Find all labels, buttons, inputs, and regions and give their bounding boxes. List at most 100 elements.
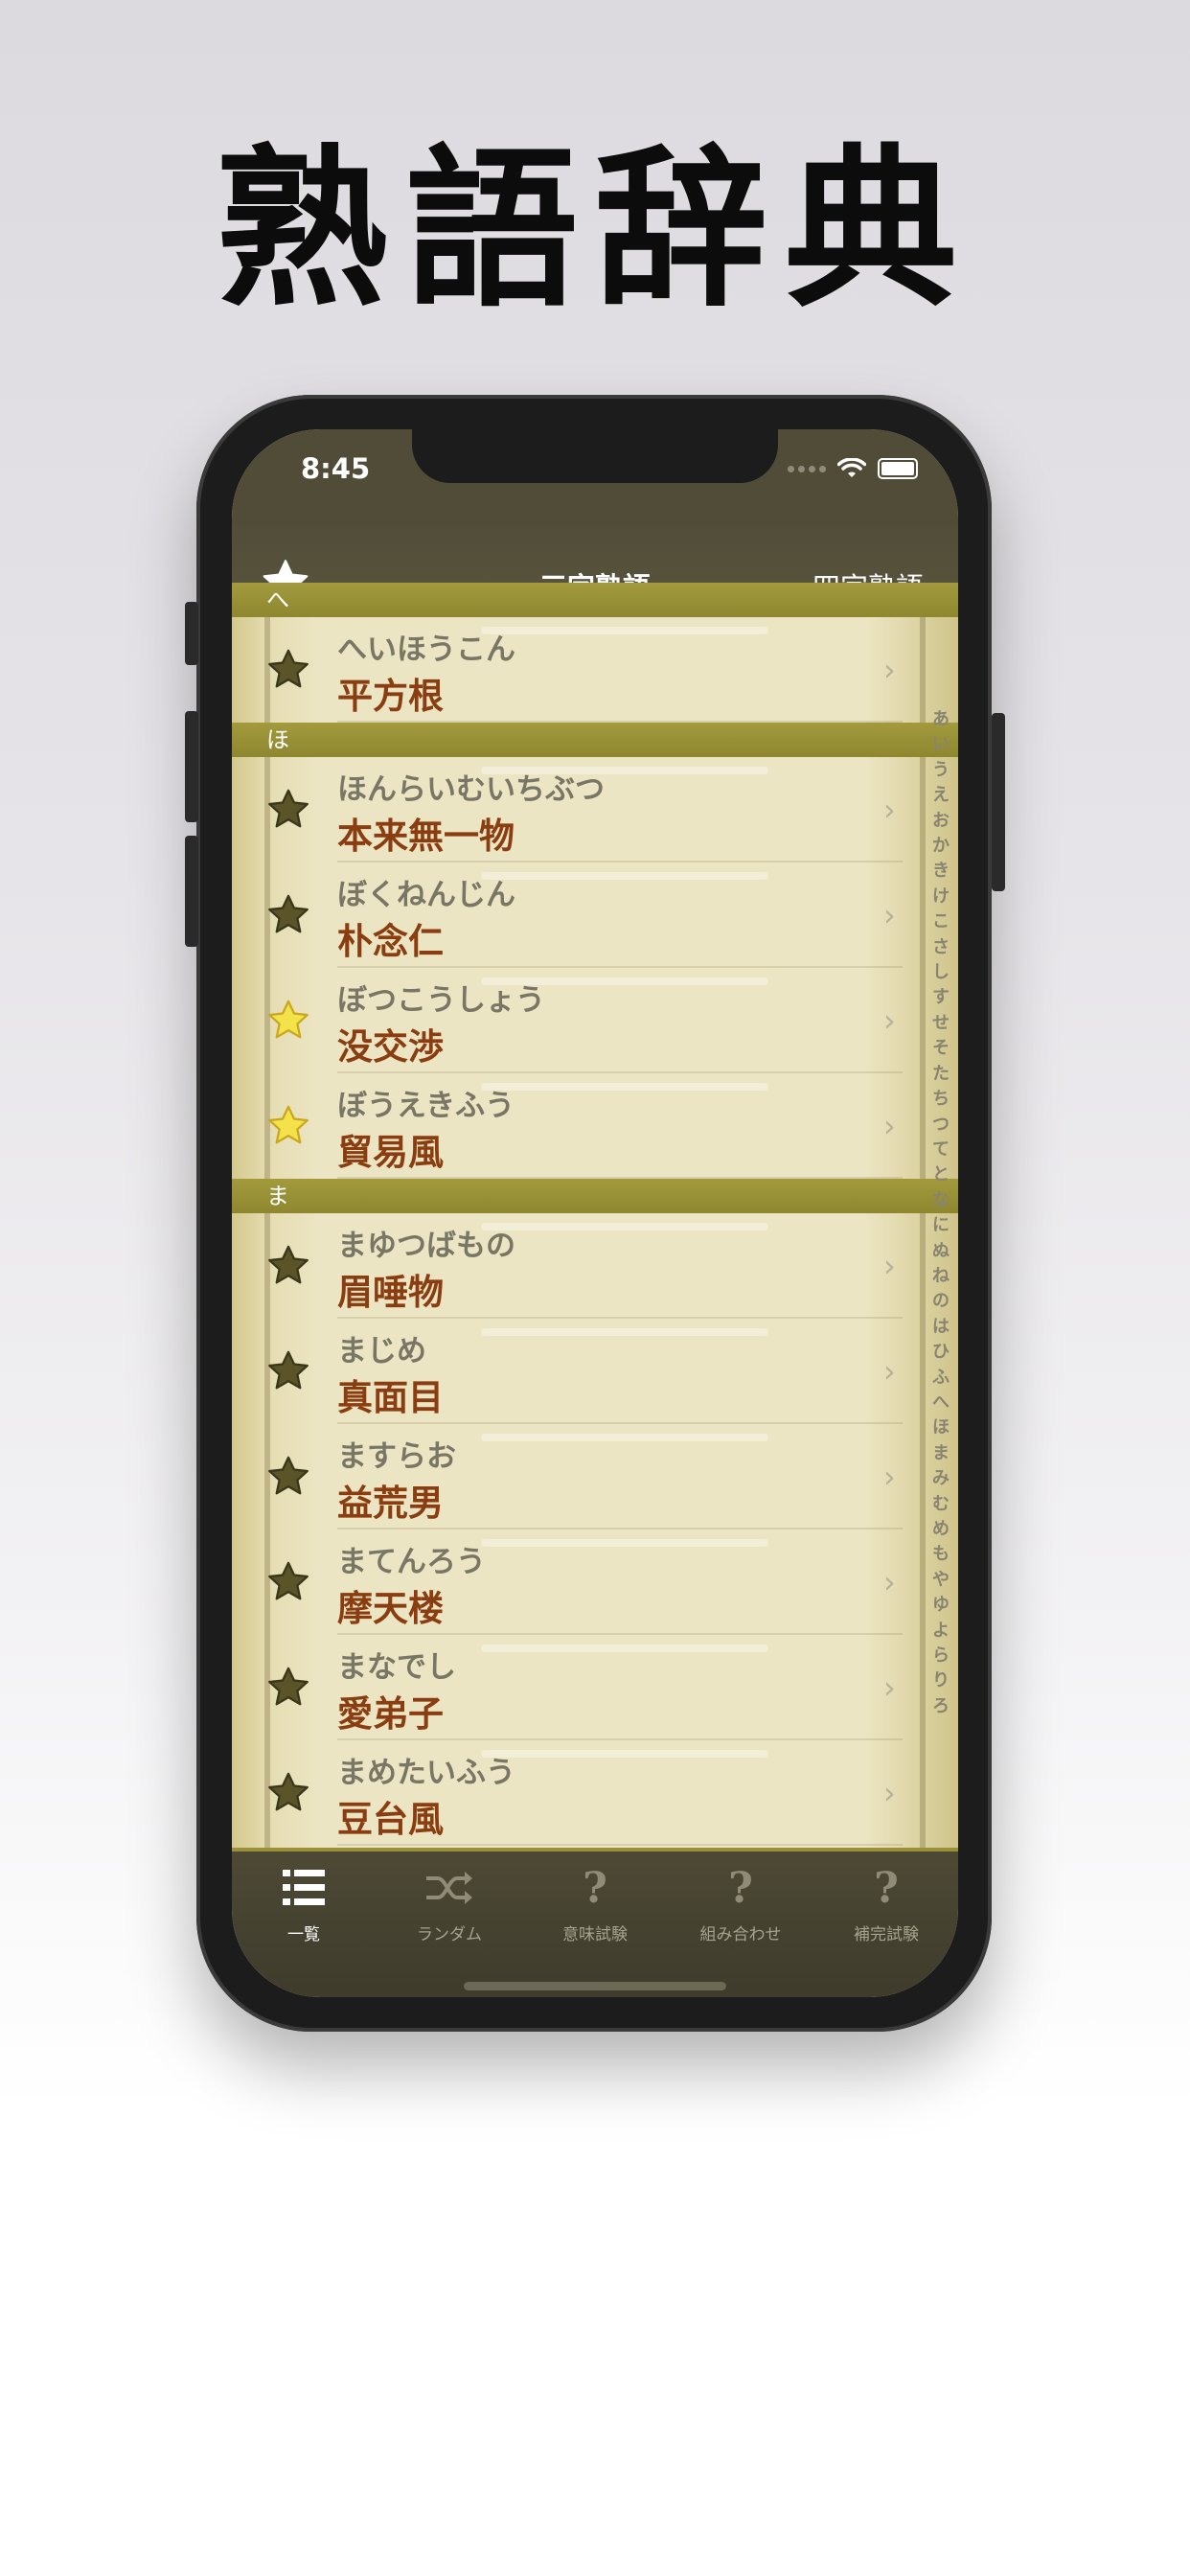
favorite-star-off-icon[interactable]	[266, 893, 310, 937]
favorite-star-off-icon[interactable]	[266, 1349, 310, 1393]
idiom-list[interactable]: へへいほうこん 平方根 › ほほんらいむいちぶつ 本来無一物 › ぼくねんじん 朴念仁 › ぼつこ…	[232, 583, 958, 1848]
item-reading: まゆつばもの	[337, 1229, 515, 1263]
kana-index-item[interactable]: ち	[927, 1087, 954, 1112]
list-item[interactable]: ぼつこうしょう 没交渉 ›	[232, 968, 903, 1073]
kana-index-item[interactable]: め	[927, 1517, 954, 1542]
tab-label: 組み合わせ	[699, 1925, 782, 1944]
row-shine	[481, 1083, 768, 1091]
wifi-icon	[837, 458, 866, 477]
chevron-right-icon: ›	[883, 1775, 896, 1811]
kana-index-item[interactable]: せ	[927, 1011, 954, 1036]
kana-index-item[interactable]: た	[927, 1062, 954, 1087]
kana-index-item[interactable]: み	[927, 1466, 954, 1491]
item-word: 朴念仁	[337, 921, 444, 962]
list-item[interactable]: ほんらいむいちぶつ 本来無一物 ›	[232, 757, 903, 862]
kana-index-item[interactable]: ま	[927, 1441, 954, 1466]
kana-index-item[interactable]: ぬ	[927, 1239, 954, 1264]
list-item[interactable]: まなでし 愛弟子 ›	[232, 1635, 903, 1740]
chevron-right-icon: ›	[883, 1353, 896, 1390]
kana-index-item[interactable]: さ	[927, 935, 954, 960]
kana-index-item[interactable]: ほ	[927, 1415, 954, 1440]
notch	[412, 429, 778, 483]
list-item[interactable]: まめたいふう 豆台風 ›	[232, 1740, 903, 1846]
list-item[interactable]: ぼくねんじん 朴念仁 ›	[232, 862, 903, 968]
favorite-star-off-icon[interactable]	[266, 788, 310, 832]
tab-1[interactable]: 一覧	[232, 1863, 376, 1944]
kana-index-item[interactable]: す	[927, 985, 954, 1010]
volume-down-button	[185, 836, 198, 947]
kana-index[interactable]: あいうえおかきけこさしすせそたちつてとなにぬねのはひふへほまみむめもやゆよらりろ	[927, 707, 954, 1719]
tab-5[interactable]: ? 補完試験	[814, 1863, 958, 1945]
item-word: 眉唾物	[337, 1272, 444, 1313]
kana-index-item[interactable]: か	[927, 834, 954, 859]
kana-index-item[interactable]: け	[927, 885, 954, 909]
item-reading: ぼうえきふう	[337, 1089, 515, 1123]
kana-index-item[interactable]: ね	[927, 1264, 954, 1289]
list-item[interactable]: ぼうえきふう 貿易風 ›	[232, 1073, 903, 1179]
list-item[interactable]: ますらお 益荒男 ›	[232, 1424, 903, 1530]
kana-index-item[interactable]: へ	[927, 1391, 954, 1415]
kana-index-item[interactable]: の	[927, 1289, 954, 1314]
kana-index-item[interactable]: こ	[927, 909, 954, 934]
favorite-star-on-icon[interactable]	[266, 1104, 310, 1148]
row-shine	[481, 872, 768, 880]
tab-2[interactable]: ランダム	[378, 1863, 521, 1944]
kana-index-item[interactable]: も	[927, 1542, 954, 1567]
kana-index-item[interactable]: え	[927, 783, 954, 808]
kana-index-item[interactable]: り	[927, 1668, 954, 1693]
kana-index-item[interactable]: お	[927, 809, 954, 834]
favorite-star-on-icon[interactable]	[266, 999, 310, 1043]
kana-index-item[interactable]: は	[927, 1315, 954, 1340]
kana-index-item[interactable]: ろ	[927, 1694, 954, 1719]
chevron-right-icon: ›	[883, 652, 896, 688]
kana-index-item[interactable]: む	[927, 1492, 954, 1517]
list-item[interactable]: へいほうこん 平方根 ›	[232, 617, 903, 723]
favorite-star-off-icon[interactable]	[266, 648, 310, 692]
list-item[interactable]: まてんろう 摩天楼 ›	[232, 1530, 903, 1635]
kana-index-item[interactable]: ひ	[927, 1340, 954, 1365]
favorite-star-off-icon[interactable]	[266, 1560, 310, 1604]
item-word: 摩天楼	[337, 1588, 444, 1629]
chevron-right-icon: ›	[883, 1459, 896, 1495]
kana-index-item[interactable]: あ	[927, 707, 954, 732]
home-indicator	[464, 1982, 726, 1990]
kana-index-item[interactable]: ふ	[927, 1366, 954, 1391]
chevron-right-icon: ›	[883, 792, 896, 828]
favorite-star-off-icon[interactable]	[266, 1244, 310, 1288]
favorite-star-off-icon[interactable]	[266, 1666, 310, 1710]
item-reading: ほんらいむいちぶつ	[337, 772, 605, 807]
kana-index-item[interactable]: に	[927, 1213, 954, 1238]
row-shine	[481, 1539, 768, 1547]
section-header: ま	[232, 1179, 958, 1213]
kana-index-item[interactable]: ら	[927, 1644, 954, 1668]
kana-index-item[interactable]: い	[927, 732, 954, 757]
kana-index-item[interactable]: と	[927, 1162, 954, 1187]
item-word: 益荒男	[337, 1483, 444, 1524]
tab-4[interactable]: ? 組み合わせ	[669, 1863, 812, 1945]
kana-index-item[interactable]: や	[927, 1568, 954, 1593]
status-time: 8:45	[301, 452, 371, 485]
tab-label: 一覧	[287, 1925, 320, 1944]
kana-index-item[interactable]: き	[927, 859, 954, 884]
scroll-rail-right	[920, 583, 926, 1848]
kana-index-item[interactable]: し	[927, 960, 954, 985]
row-shine	[481, 1644, 768, 1652]
hero-title: 熟語辞典	[215, 128, 974, 331]
favorite-star-off-icon[interactable]	[266, 1455, 310, 1499]
kana-index-item[interactable]: つ	[927, 1113, 954, 1138]
tab-3[interactable]: ? 意味試験	[523, 1863, 667, 1945]
kana-index-item[interactable]: そ	[927, 1036, 954, 1061]
kana-index-item[interactable]: て	[927, 1138, 954, 1162]
list-item[interactable]: まゆつばもの 眉唾物 ›	[232, 1213, 903, 1319]
list-item[interactable]: まじめ 真面目 ›	[232, 1319, 903, 1424]
item-word: 没交渉	[337, 1026, 444, 1068]
question-icon: ?	[728, 1863, 753, 1913]
kana-index-item[interactable]: ゆ	[927, 1593, 954, 1618]
kana-index-item[interactable]: よ	[927, 1619, 954, 1644]
chevron-right-icon: ›	[883, 1002, 896, 1039]
kana-index-item[interactable]: う	[927, 758, 954, 783]
favorite-star-off-icon[interactable]	[266, 1771, 310, 1815]
tab-bar: 一覧 ランダム? 意味試験? 組み合わせ ? 補完試験	[232, 1848, 958, 1997]
kana-index-item[interactable]: な	[927, 1188, 954, 1213]
chevron-right-icon: ›	[883, 897, 896, 933]
